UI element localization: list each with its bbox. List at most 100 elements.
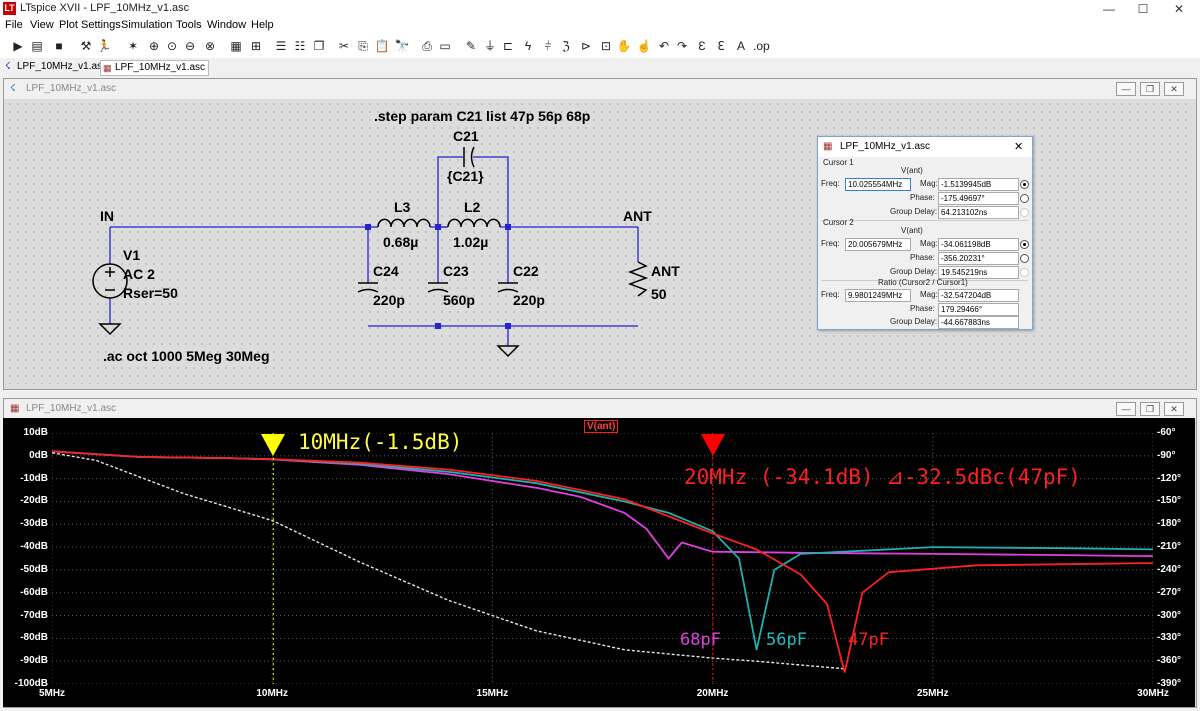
schematic-minimize-button[interactable]: — [1116, 82, 1136, 96]
tile-vertical-icon[interactable]: ☷ [292, 38, 308, 54]
menu-simulation[interactable]: Simulation [121, 19, 172, 31]
open-icon[interactable]: ▤ [29, 38, 45, 54]
y-tick-right: -180° [1157, 518, 1182, 530]
cursor2-mag-radio[interactable] [1020, 240, 1029, 249]
print-preview-icon[interactable]: ▭ [437, 38, 453, 54]
menu-window[interactable]: Window [207, 19, 246, 31]
cursor1-freq-field[interactable]: 10.025554MHz [845, 178, 911, 191]
menu-file[interactable]: File [5, 19, 23, 31]
x-tick: 30MHz [1137, 688, 1169, 699]
ac-directive[interactable]: .ac oct 1000 5Meg 30Meg [103, 348, 270, 364]
schematic-restore-button[interactable]: ❐ [1140, 82, 1160, 96]
move-icon[interactable]: ✋ [616, 38, 632, 54]
undo-icon[interactable]: ↶ [656, 38, 672, 54]
cursor2-marker[interactable] [700, 434, 725, 456]
cursor1-mag-radio[interactable] [1020, 180, 1029, 189]
v1-value: AC 2 [123, 266, 155, 282]
app-title: LTspice XVII - LPF_10MHz_v1.asc [20, 2, 190, 14]
notch-label-68pf: 68pF [680, 630, 721, 650]
spice-directive-icon[interactable]: .op [753, 38, 770, 54]
tab-waveform[interactable]: ▦ LPF_10MHz_v1.asc [100, 60, 210, 76]
schematic-icon: ☇ [5, 61, 11, 72]
y-tick-left: 0dB [29, 449, 48, 461]
mirror-icon[interactable]: ℇ [713, 38, 729, 54]
close-button[interactable]: ✕ [1162, 0, 1196, 18]
c23-name: C23 [443, 263, 469, 279]
pan-icon[interactable]: ⊙ [164, 38, 180, 54]
run-icon[interactable]: 🏃 [96, 38, 112, 54]
rl-name: ANT [651, 263, 680, 279]
trace-label[interactable]: V(ant) [584, 420, 619, 433]
rl-zigzag [627, 261, 649, 297]
rotate-icon[interactable]: Ɛ [694, 38, 710, 54]
waveform-minimize-button[interactable]: — [1116, 402, 1136, 416]
waveform-restore-button[interactable]: ❐ [1140, 402, 1160, 416]
cursor1-trace: V(ant) [901, 166, 923, 175]
cursor2-phase-radio[interactable] [1020, 254, 1029, 263]
l2-name: L2 [464, 199, 481, 215]
c23-value: 560p [443, 292, 475, 308]
notch-label-56pf: 56pF [766, 630, 807, 650]
autorange-icon[interactable]: ▦ [228, 38, 244, 54]
new-schematic-icon[interactable]: ▶ [10, 38, 26, 54]
label-net-icon[interactable]: ⊏ [500, 38, 516, 54]
paste-icon[interactable]: 📋 [374, 38, 390, 54]
c24-value: 220p [373, 292, 405, 308]
group-delay-label: Group Delay: [890, 317, 938, 326]
zoom-out-icon[interactable]: ⊖ [182, 38, 198, 54]
menu-help[interactable]: Help [251, 19, 274, 31]
dialog-close-button[interactable]: ✕ [1014, 137, 1023, 157]
waveform-close-button[interactable]: ✕ [1164, 402, 1184, 416]
ground-icon[interactable]: ⏚ [482, 38, 498, 54]
inductor-icon[interactable]: ℨ [558, 38, 574, 54]
node-dot [365, 224, 371, 230]
diode-icon[interactable]: ⊳ [578, 38, 594, 54]
redo-icon[interactable]: ↷ [674, 38, 690, 54]
fft-icon[interactable]: ⊞ [248, 38, 264, 54]
tile-horizontal-icon[interactable]: ☰ [273, 38, 289, 54]
zoom-in-icon[interactable]: ⊕ [146, 38, 162, 54]
maximize-button[interactable]: ☐ [1126, 0, 1160, 18]
waveform-icon: ▦ [823, 141, 833, 152]
find-icon[interactable]: 🔭 [394, 38, 410, 54]
schematic-close-button[interactable]: ✕ [1164, 82, 1184, 96]
wire-icon[interactable]: ✎ [463, 38, 479, 54]
cursor1-phase-radio[interactable] [1020, 194, 1029, 203]
capacitor-icon[interactable]: ⫩ [540, 38, 556, 54]
y-tick-left: -20dB [20, 495, 48, 507]
c21-name: C21 [453, 128, 479, 144]
component-icon[interactable]: ⊡ [598, 38, 614, 54]
cursor1-marker[interactable] [261, 434, 286, 456]
control-panel-icon[interactable]: ⚒ [78, 38, 94, 54]
cursor1-annotation: 10MHz(-1.5dB) [298, 430, 463, 454]
ratio-phase-field: 179.29466° [938, 303, 1019, 316]
save-icon[interactable]: ■ [51, 38, 67, 54]
minimize-button[interactable]: — [1092, 0, 1126, 18]
menu-plot-settings[interactable]: Plot Settings [59, 19, 121, 31]
ground-symbol [496, 345, 520, 358]
step-directive[interactable]: .step param C21 list 47p 56p 68p [374, 108, 590, 124]
resistor-icon[interactable]: ϟ [520, 38, 536, 54]
cursor2-freq-field[interactable]: 20.005679MHz [845, 238, 911, 251]
menu-view[interactable]: View [30, 19, 54, 31]
l3-coil [377, 218, 431, 228]
tab-schematic[interactable]: ☇ LPF_10MHz_v1.asc [3, 60, 110, 74]
node-dot [505, 224, 511, 230]
copy-icon[interactable]: ⎘ [355, 38, 371, 54]
zoom-fit-icon[interactable]: ⊗ [202, 38, 218, 54]
y-tick-right: -360° [1157, 655, 1182, 667]
c24-name: C24 [373, 263, 399, 279]
y-tick-left: -80dB [20, 632, 48, 644]
cascade-icon[interactable]: ❐ [311, 38, 327, 54]
probe-icon[interactable]: ✶ [125, 38, 141, 54]
node-dot [505, 323, 511, 329]
drag-icon[interactable]: ☝ [636, 38, 652, 54]
phase-label: Phase: [910, 193, 935, 202]
y-tick-left: -70dB [20, 609, 48, 621]
y-tick-right: -150° [1157, 495, 1182, 507]
menu-tools[interactable]: Tools [176, 19, 202, 31]
v1-name: V1 [123, 247, 141, 263]
print-icon[interactable]: ⎙ [419, 38, 435, 54]
cut-icon[interactable]: ✂ [336, 38, 352, 54]
text-icon[interactable]: A [733, 38, 749, 54]
